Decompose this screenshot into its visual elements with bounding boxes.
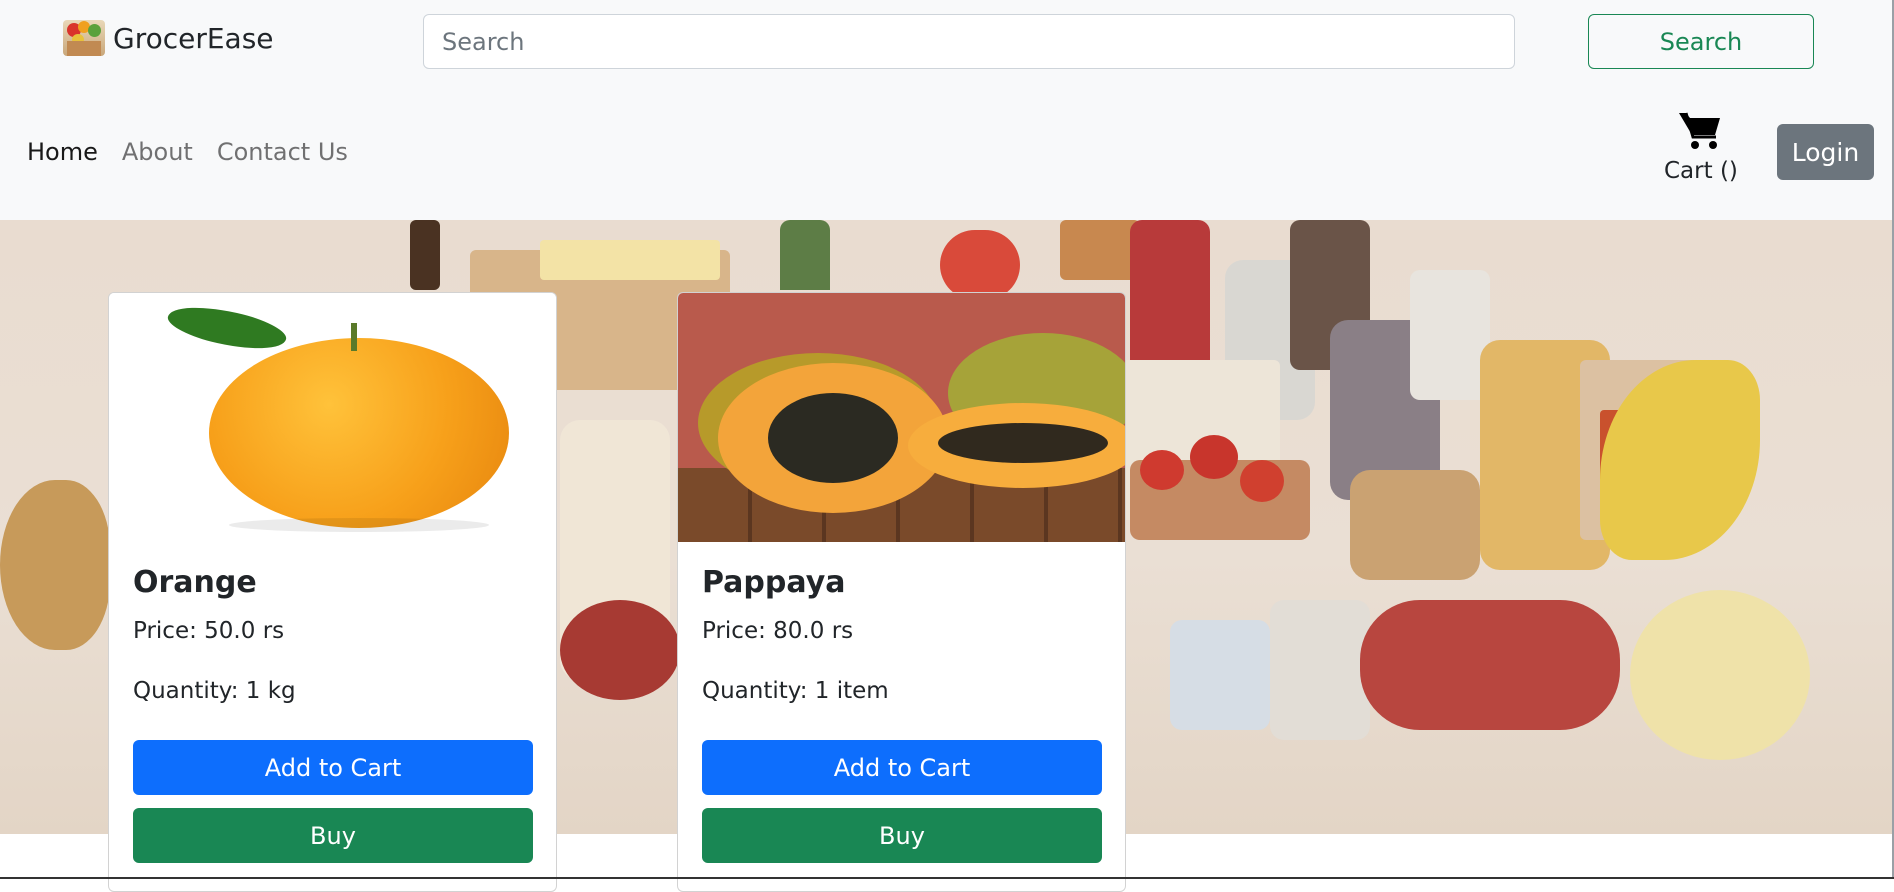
cart-link[interactable]: Cart () [1664,110,1738,184]
nav-link-about[interactable]: About [122,138,193,166]
brand[interactable]: GrocerEase [63,20,274,56]
shopping-cart-icon [1679,112,1720,149]
brand-name[interactable]: GrocerEase [113,22,274,55]
search-button[interactable]: Search [1588,14,1814,69]
nav-link-home[interactable]: Home [27,138,98,166]
cart-label[interactable]: Cart () [1664,158,1738,184]
nav-link-contact-us[interactable]: Contact Us [217,138,348,166]
add-to-cart-button[interactable]: Add to Cart [702,740,1102,795]
product-name: Orange [133,565,257,600]
product-image-orange [109,293,556,542]
nav-links: Home About Contact Us [27,138,372,166]
buy-button[interactable]: Buy [702,808,1102,863]
product-name: Pappaya [702,565,846,600]
product-price: Price: 80.0 rs [702,618,854,644]
add-to-cart-button[interactable]: Add to Cart [133,740,533,795]
grocery-basket-icon [63,20,105,56]
product-price: Price: 50.0 rs [133,618,285,644]
product-image-pappaya [678,293,1125,542]
product-quantity: Quantity: 1 kg [133,678,296,704]
search-input[interactable] [423,14,1515,69]
product-card-orange: Orange Price: 50.0 rs Quantity: 1 kg Add… [108,292,557,892]
product-card-pappaya: Pappaya Price: 80.0 rs Quantity: 1 item … [677,292,1126,892]
top-navbar: GrocerEase Search Home About Contact Us … [0,0,1894,220]
buy-button[interactable]: Buy [133,808,533,863]
product-quantity: Quantity: 1 item [702,678,889,704]
login-button[interactable]: Login [1777,124,1874,180]
